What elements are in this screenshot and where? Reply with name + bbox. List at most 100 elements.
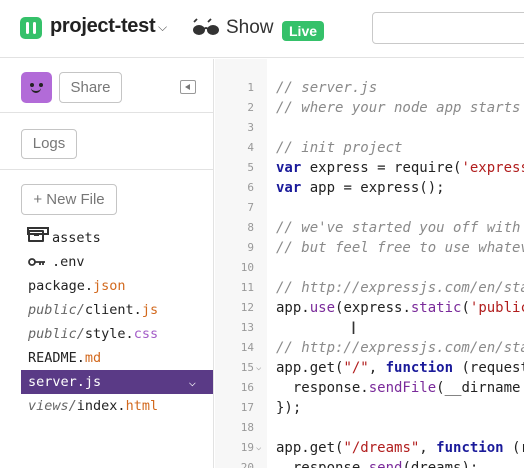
chevron-down-icon[interactable]: ⌵ bbox=[158, 20, 167, 35]
file-name: server. bbox=[28, 374, 85, 390]
divider bbox=[0, 112, 213, 113]
code-text: var app = express(); bbox=[276, 180, 445, 196]
line-number: 11 bbox=[240, 281, 254, 294]
logs-button[interactable]: Logs bbox=[21, 129, 77, 159]
file-item-readme-md[interactable]: README.md bbox=[0, 346, 213, 370]
code-editor[interactable]: 1 // server.js 2 // where your node app sta… bbox=[215, 59, 524, 468]
code-line[interactable]: 19⌵ app.get("/dreams", function (request,… bbox=[215, 438, 524, 458]
code-line[interactable]: 7 bbox=[215, 198, 524, 218]
code-text: // we've started you off with Express, bbox=[276, 220, 521, 236]
code-text: response.send(dreams); bbox=[276, 460, 479, 468]
file-name: client. bbox=[84, 302, 142, 318]
line-number: 1 bbox=[247, 81, 254, 94]
code-line[interactable]: 9 // but feel free to use whatever libs o… bbox=[215, 238, 524, 258]
search-input[interactable] bbox=[372, 12, 524, 44]
code-text: app.get("/", function (request, response… bbox=[276, 360, 524, 376]
file-name: package. bbox=[28, 278, 94, 294]
file-ext: js bbox=[84, 374, 102, 390]
box-icon bbox=[27, 227, 49, 242]
code-text: }); bbox=[276, 400, 302, 416]
folder-prefix: public/ bbox=[28, 326, 85, 342]
fold-chevron-icon[interactable]: ⌵ bbox=[256, 438, 261, 458]
line-number: 5 bbox=[247, 161, 254, 174]
line-number: 16 bbox=[240, 381, 254, 394]
divider bbox=[0, 169, 213, 170]
line-number: 15 bbox=[240, 361, 254, 374]
top-header: project-test ⌵ Show Live bbox=[0, 0, 524, 58]
code-line[interactable]: 10 bbox=[215, 258, 524, 278]
glitch-logo-icon[interactable] bbox=[20, 17, 42, 39]
code-line[interactable]: 12 app.use(express.static('public')); bbox=[215, 298, 524, 318]
folder-prefix: views/ bbox=[28, 398, 77, 414]
code-text: // http://expressjs.com/en/starter/stati… bbox=[276, 280, 524, 296]
file-ext: js bbox=[141, 302, 159, 318]
chevron-down-icon[interactable]: ⌵ bbox=[189, 370, 196, 394]
fold-chevron-icon[interactable]: ⌵ bbox=[256, 358, 261, 378]
code-line[interactable]: 15⌵ app.get("/", function (request, respo… bbox=[215, 358, 524, 378]
show-button[interactable]: Show bbox=[226, 17, 274, 39]
file-item-env[interactable]: .env bbox=[0, 250, 213, 274]
file-tree: assets .env package.json public/client.j… bbox=[0, 226, 213, 418]
line-number: 10 bbox=[240, 261, 254, 274]
file-name: index. bbox=[76, 398, 126, 414]
code-line[interactable]: 5 var express = require('express'); bbox=[215, 158, 524, 178]
code-text: // server.js bbox=[276, 80, 378, 96]
live-badge[interactable]: Live bbox=[282, 21, 325, 41]
project-name[interactable]: project-test bbox=[50, 15, 156, 38]
new-file-button[interactable]: + New File bbox=[21, 184, 117, 215]
file-name: .env bbox=[52, 254, 85, 270]
code-line[interactable]: 20 response.send(dreams); bbox=[215, 458, 524, 468]
code-text: // init project bbox=[276, 140, 403, 156]
avatar[interactable] bbox=[21, 72, 52, 103]
file-name: style. bbox=[84, 326, 134, 342]
code-line[interactable]: 17}); bbox=[215, 398, 524, 418]
file-name: README. bbox=[28, 350, 85, 366]
file-name: assets bbox=[52, 230, 101, 246]
code-text: // http://expressjs.com/en/starter/basic… bbox=[276, 340, 524, 356]
line-number: 3 bbox=[247, 121, 254, 134]
code-line[interactable]: 13 bbox=[215, 318, 524, 338]
code-line[interactable]: 16 response.sendFile(__dirname + '/views… bbox=[215, 378, 524, 398]
file-ext: json bbox=[93, 278, 126, 294]
line-number: 7 bbox=[247, 201, 254, 214]
code-line[interactable]: 2 // where your node app starts bbox=[215, 98, 524, 118]
line-number: 19 bbox=[240, 441, 254, 454]
code-text: // but feel free to use whatever libs or… bbox=[276, 240, 524, 256]
code-text: app.get("/dreams", function (request, re… bbox=[276, 440, 524, 456]
line-number: 2 bbox=[247, 101, 254, 114]
code-text: var express = require('express'); bbox=[276, 160, 524, 176]
file-item-package-json[interactable]: package.json bbox=[0, 274, 213, 298]
file-item-index-html[interactable]: views/index.html bbox=[0, 394, 213, 418]
file-ext: html bbox=[125, 398, 159, 414]
line-number: 13 bbox=[240, 321, 254, 334]
code-line[interactable]: 4 // init project bbox=[215, 138, 524, 158]
line-number: 4 bbox=[247, 141, 254, 154]
share-button[interactable]: Share bbox=[59, 72, 122, 103]
folder-prefix: public/ bbox=[28, 302, 85, 318]
sunglasses-icon[interactable] bbox=[191, 17, 223, 39]
line-number: 12 bbox=[240, 301, 254, 314]
code-text: // where your node app starts bbox=[276, 100, 521, 116]
code-line[interactable]: 8 // we've started you off with Express, bbox=[215, 218, 524, 238]
code-line[interactable]: 11 // http://expressjs.com/en/starter/sta… bbox=[215, 278, 524, 298]
file-ext: md bbox=[84, 350, 102, 366]
line-number: 18 bbox=[240, 421, 254, 434]
line-number: 20 bbox=[240, 461, 254, 468]
key-icon bbox=[28, 258, 45, 266]
code-line[interactable]: 1 // server.js bbox=[215, 78, 524, 98]
code-line[interactable]: 14 // http://expressjs.com/en/starter/bas… bbox=[215, 338, 524, 358]
file-item-assets[interactable]: assets bbox=[0, 226, 213, 250]
line-number: 14 bbox=[240, 341, 254, 354]
file-item-style-css[interactable]: public/style.css bbox=[0, 322, 213, 346]
code-line[interactable]: 3 bbox=[215, 118, 524, 138]
sidebar: Share Logs + New File assets .env packag… bbox=[0, 59, 214, 468]
code-line[interactable]: 6 var app = express(); bbox=[215, 178, 524, 198]
file-ext: css bbox=[133, 326, 159, 342]
line-number: 8 bbox=[247, 221, 254, 234]
file-item-server-js[interactable]: server.js ⌵ bbox=[21, 370, 213, 394]
code-text: response.sendFile(__dirname + '/views/in… bbox=[276, 380, 521, 396]
code-line[interactable]: 18 bbox=[215, 418, 524, 438]
text-cursor-icon: I bbox=[351, 319, 357, 339]
file-item-client-js[interactable]: public/client.js bbox=[0, 298, 213, 322]
collapse-sidebar-icon[interactable] bbox=[180, 80, 196, 94]
